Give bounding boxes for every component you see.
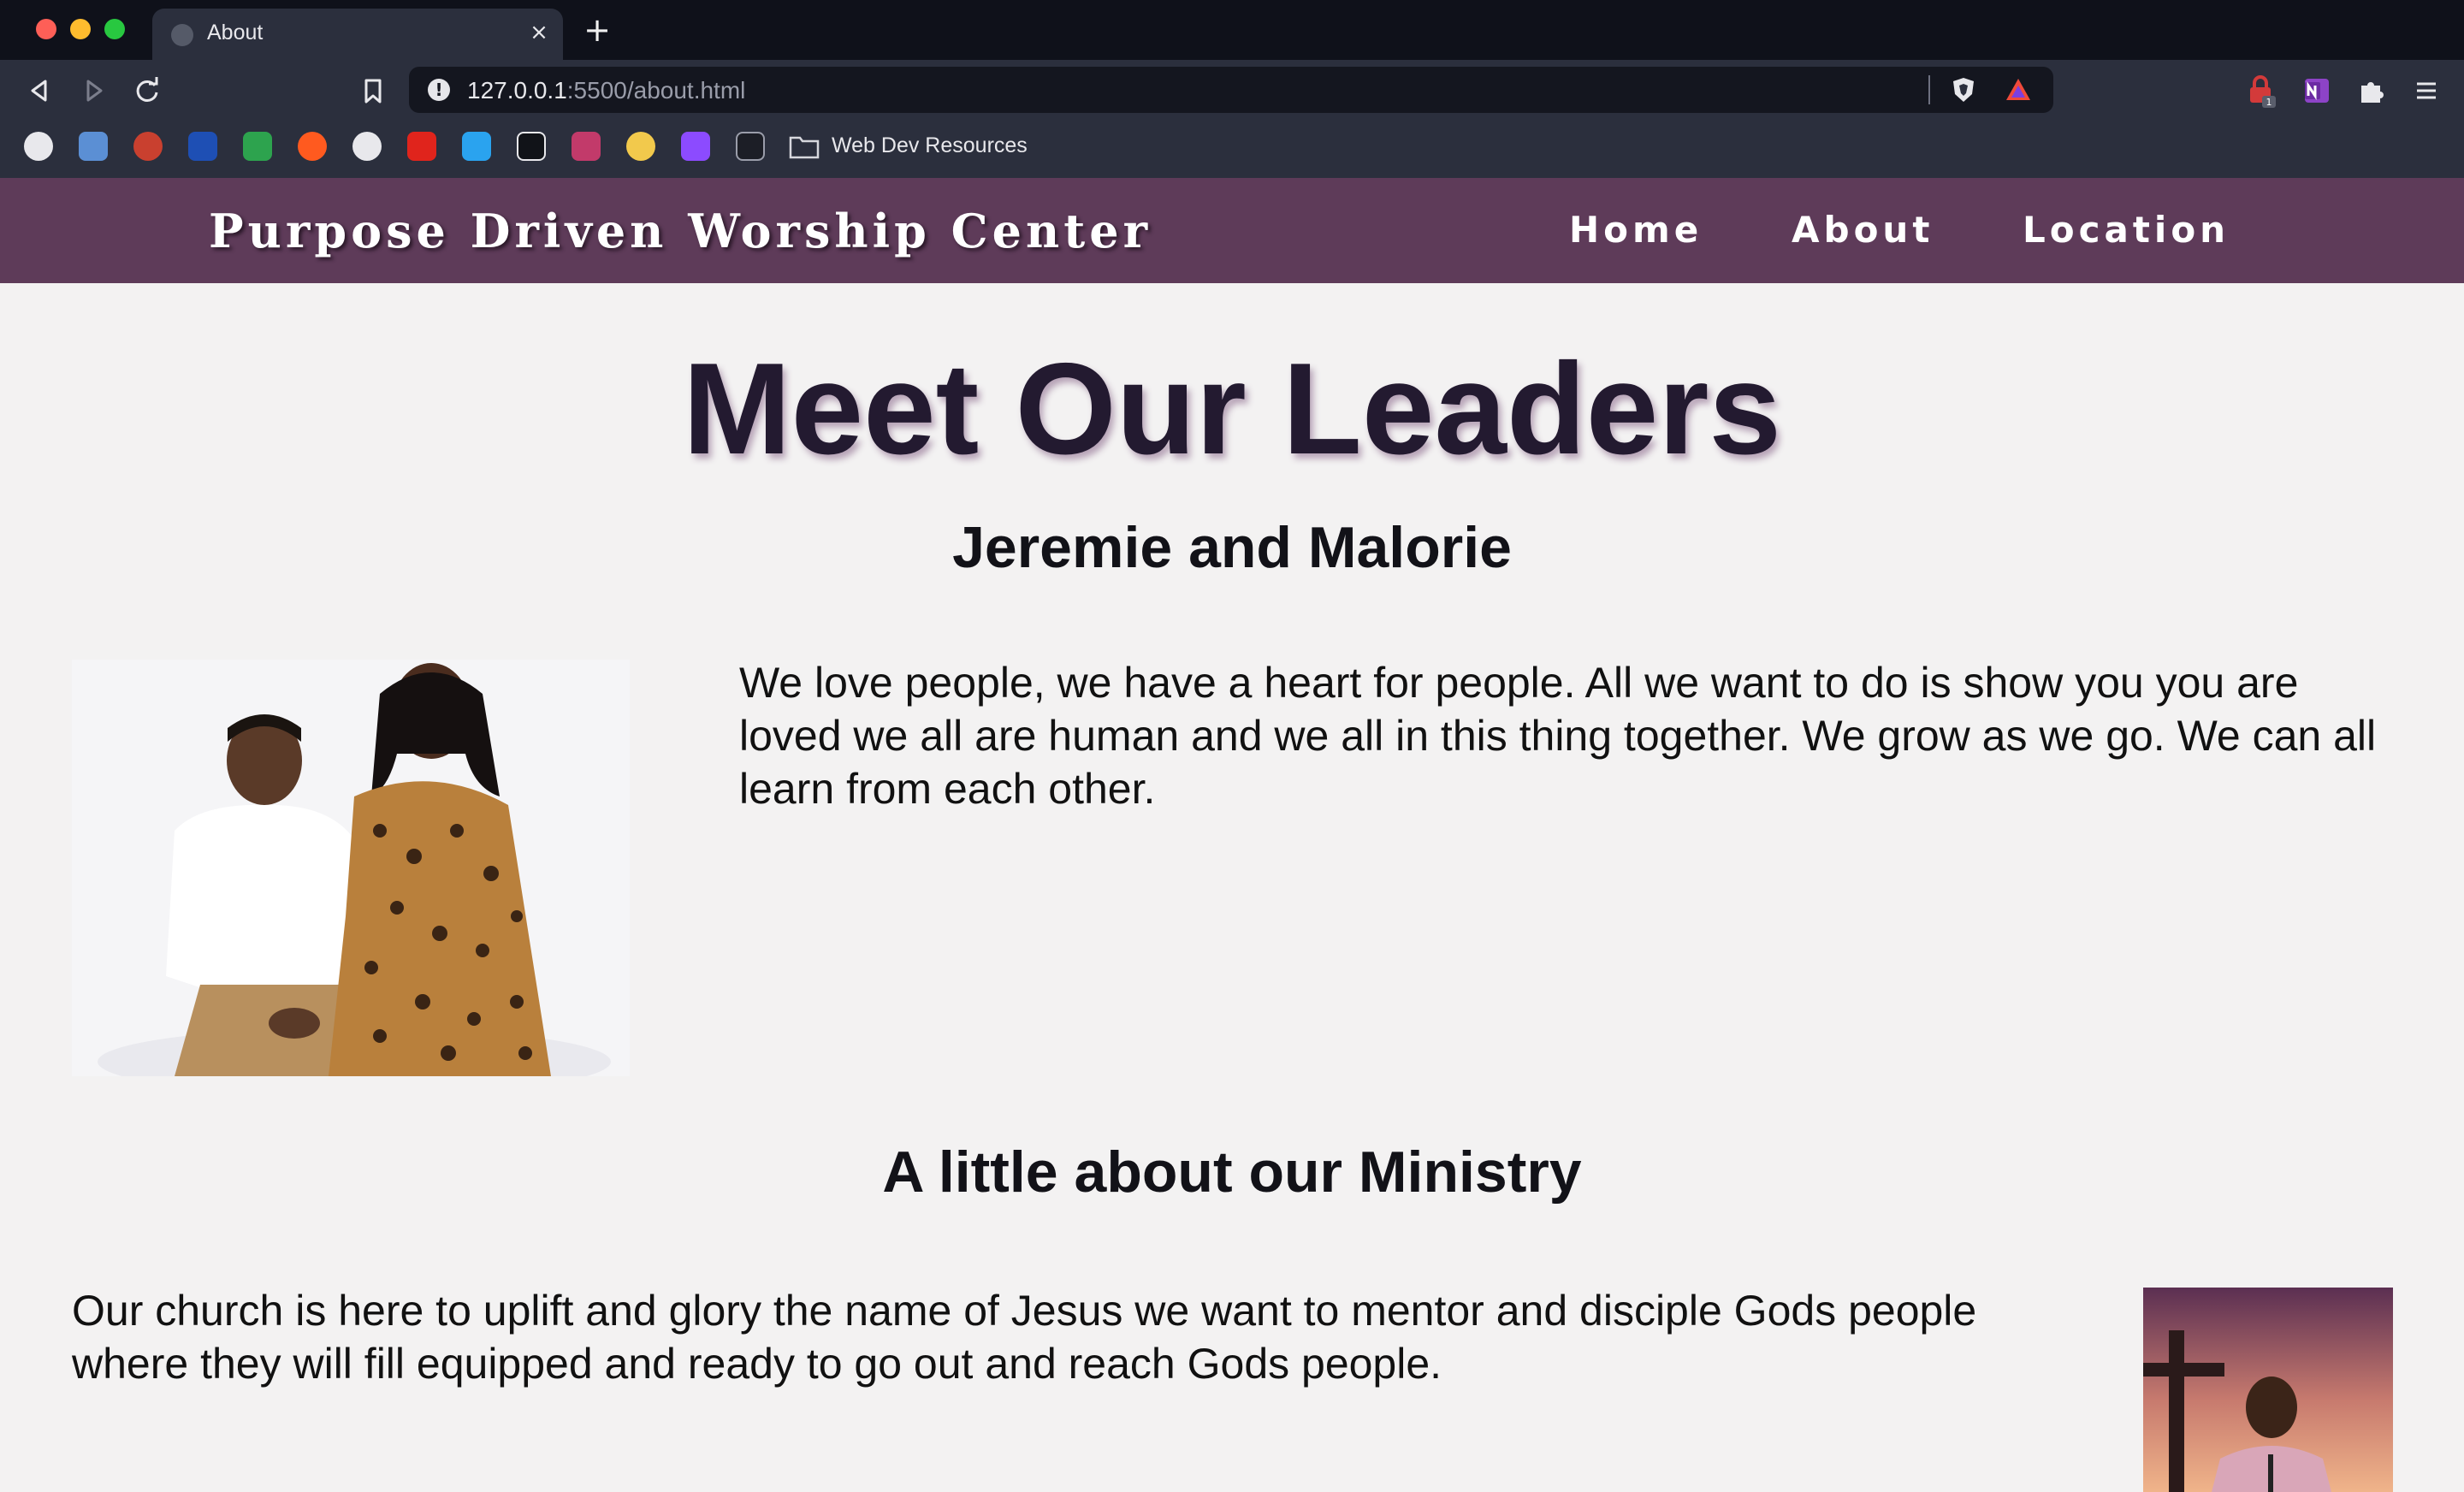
bookmarks-folder-label[interactable]: Web Dev Resources (832, 133, 1028, 158)
main-content: Meet Our Leaders Jeremie and Malorie We … (0, 283, 2464, 1492)
leaders-description: We love people, we have a heart for peop… (739, 659, 2377, 813)
tab-about[interactable]: About × (152, 9, 563, 60)
nav-location-link[interactable]: Location (2023, 209, 2230, 251)
bookmark-sr-icon[interactable] (133, 132, 163, 161)
brave-shield-icon[interactable] (1949, 75, 1978, 104)
bookmark-face-icon[interactable] (626, 132, 655, 161)
url-text[interactable]: 127.0.0.1:5500/about.html (467, 77, 745, 104)
bookmark-drive-icon[interactable] (24, 132, 53, 161)
address-bar[interactable]: ! 127.0.0.1:5500/about.html (409, 67, 2053, 113)
site-brand[interactable]: Purpose Driven Worship Center (209, 204, 1152, 258)
minimize-window-button[interactable] (70, 19, 91, 39)
bookmark-twitch-icon[interactable] (681, 132, 710, 161)
bookmark-twitter-icon[interactable] (462, 132, 491, 161)
extension-badge: 1 (2266, 97, 2272, 108)
onenote-icon[interactable] (2300, 74, 2334, 108)
bookmark-google-drive-icon[interactable] (243, 132, 272, 161)
bookmark-paypal-icon[interactable] (188, 132, 217, 161)
browser-tabstrip: About × + (0, 0, 2464, 60)
leaders-photo (72, 660, 630, 1076)
url-host: 127.0.0.1 (467, 77, 567, 104)
url-path: :5500/about.html (566, 77, 746, 104)
close-tab-icon[interactable]: × (524, 17, 554, 48)
site-header: Purpose Driven Worship Center Home About… (0, 178, 2464, 283)
bookmark-freecodecamp-icon[interactable] (736, 132, 765, 161)
bookmark-github-icon[interactable] (352, 132, 382, 161)
close-window-button[interactable] (36, 19, 56, 39)
bookmark-page-icon[interactable] (356, 74, 390, 108)
forward-icon[interactable] (77, 74, 111, 108)
pastor-photo (2143, 1288, 2393, 1492)
site-info-icon[interactable]: ! (428, 79, 450, 101)
menu-icon[interactable] (2409, 74, 2443, 108)
reload-icon[interactable] (130, 74, 164, 108)
globe-icon (171, 24, 193, 46)
ministry-heading: A little about our Ministry (882, 1140, 1582, 1205)
bookmark-mail-icon[interactable] (79, 132, 108, 161)
new-tab-button[interactable]: + (582, 14, 613, 46)
bookmark-reddit-icon[interactable] (298, 132, 327, 161)
folder-icon[interactable] (789, 133, 820, 159)
bookmark-s90-icon[interactable] (517, 132, 546, 161)
puzzle-extensions-icon[interactable] (2354, 74, 2389, 108)
brave-rewards-icon[interactable] (2004, 75, 2033, 104)
bookmarks-bar: Web Dev Resources (0, 120, 2464, 178)
bookmark-youtube-icon[interactable] (407, 132, 436, 161)
nav-about-link[interactable]: About (1792, 209, 1934, 251)
page-title: Meet Our Leaders (683, 336, 1781, 482)
bookmark-y-icon[interactable] (572, 132, 601, 161)
ministry-description: Our church is here to uplift and glory t… (72, 1287, 1977, 1388)
url-divider (1928, 75, 1930, 104)
nav-home-link[interactable]: Home (1569, 209, 1703, 251)
back-icon[interactable] (22, 74, 56, 108)
tab-title: About (207, 21, 264, 44)
leaders-heading: Jeremie and Malorie (952, 515, 1512, 580)
browser-toolbar: ! 127.0.0.1:5500/about.html 1 (0, 60, 2464, 120)
extension-lock-icon[interactable]: 1 (2243, 74, 2277, 108)
zoom-window-button[interactable] (104, 19, 125, 39)
